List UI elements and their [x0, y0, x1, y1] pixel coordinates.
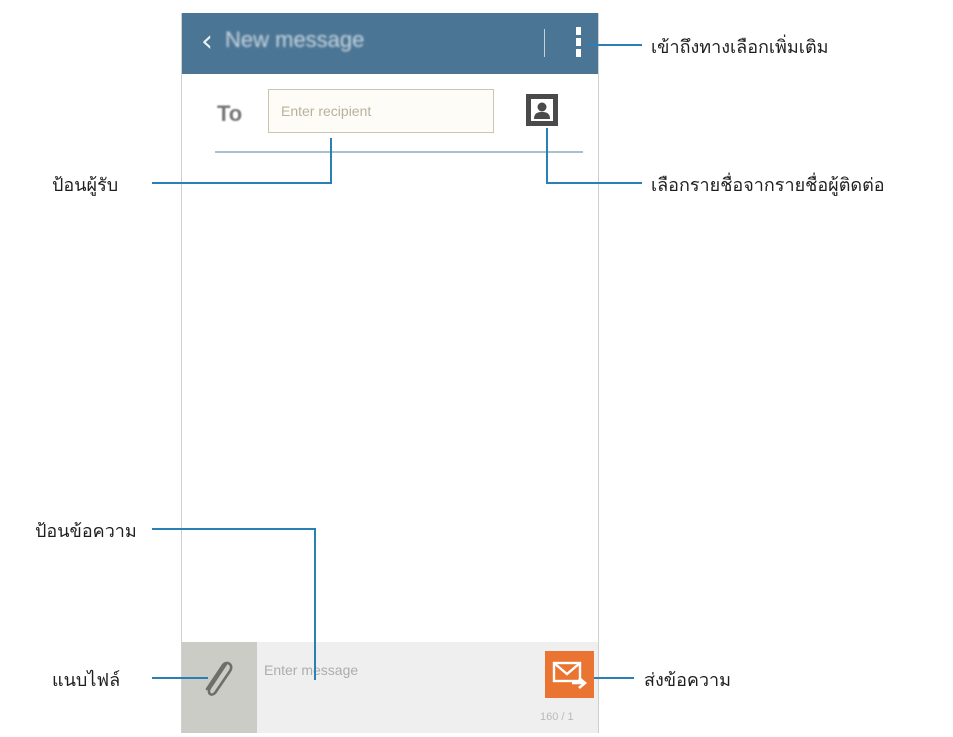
recipient-underline — [215, 151, 583, 153]
send-envelope-icon — [552, 661, 588, 689]
contact-person-icon — [531, 99, 553, 121]
more-options-button[interactable] — [570, 27, 586, 61]
callout-line-send — [594, 677, 634, 679]
callout-enter-recipient: ป้อนผู้รับ — [52, 175, 119, 196]
callout-line-message-v — [314, 528, 316, 680]
callout-line-contacts-v — [546, 128, 548, 184]
recipient-input[interactable] — [268, 89, 494, 133]
callout-attach-file: แนบไฟล์ — [52, 670, 121, 691]
callout-line-attach — [152, 677, 208, 679]
contacts-button[interactable] — [526, 94, 558, 126]
callout-line-recipient — [152, 182, 332, 184]
attach-button[interactable] — [182, 642, 257, 733]
send-button[interactable] — [545, 651, 594, 698]
appbar-divider — [544, 29, 545, 57]
message-input[interactable] — [264, 658, 534, 682]
character-counter: 160 / 1 — [540, 711, 574, 723]
callout-enter-message: ป้อนข้อความ — [35, 521, 137, 542]
callout-line-recipient-v — [330, 138, 332, 184]
callout-more-options: เข้าถึงทางเลือกเพิ่มเติม — [651, 37, 829, 58]
more-vertical-icon — [570, 27, 586, 57]
callout-line-contacts — [546, 182, 642, 184]
paperclip-icon — [205, 661, 233, 696]
chevron-left-icon: ‹ — [201, 24, 213, 59]
to-label: To — [217, 101, 243, 126]
callout-line-message — [152, 528, 316, 530]
compose-bar: 160 / 1 — [182, 642, 598, 733]
page-title: New message — [225, 27, 365, 52]
callout-line-more-options — [588, 44, 642, 46]
app-bar: ‹ New message — [182, 13, 598, 74]
back-button[interactable]: ‹ — [192, 25, 222, 61]
phone-screen: ‹ New message To 160 / — [181, 13, 599, 733]
callout-send-message: ส่งข้อความ — [644, 670, 732, 691]
callout-select-contacts: เลือกรายชื่อจากรายชื่อผู้ติดต่อ — [651, 175, 885, 196]
